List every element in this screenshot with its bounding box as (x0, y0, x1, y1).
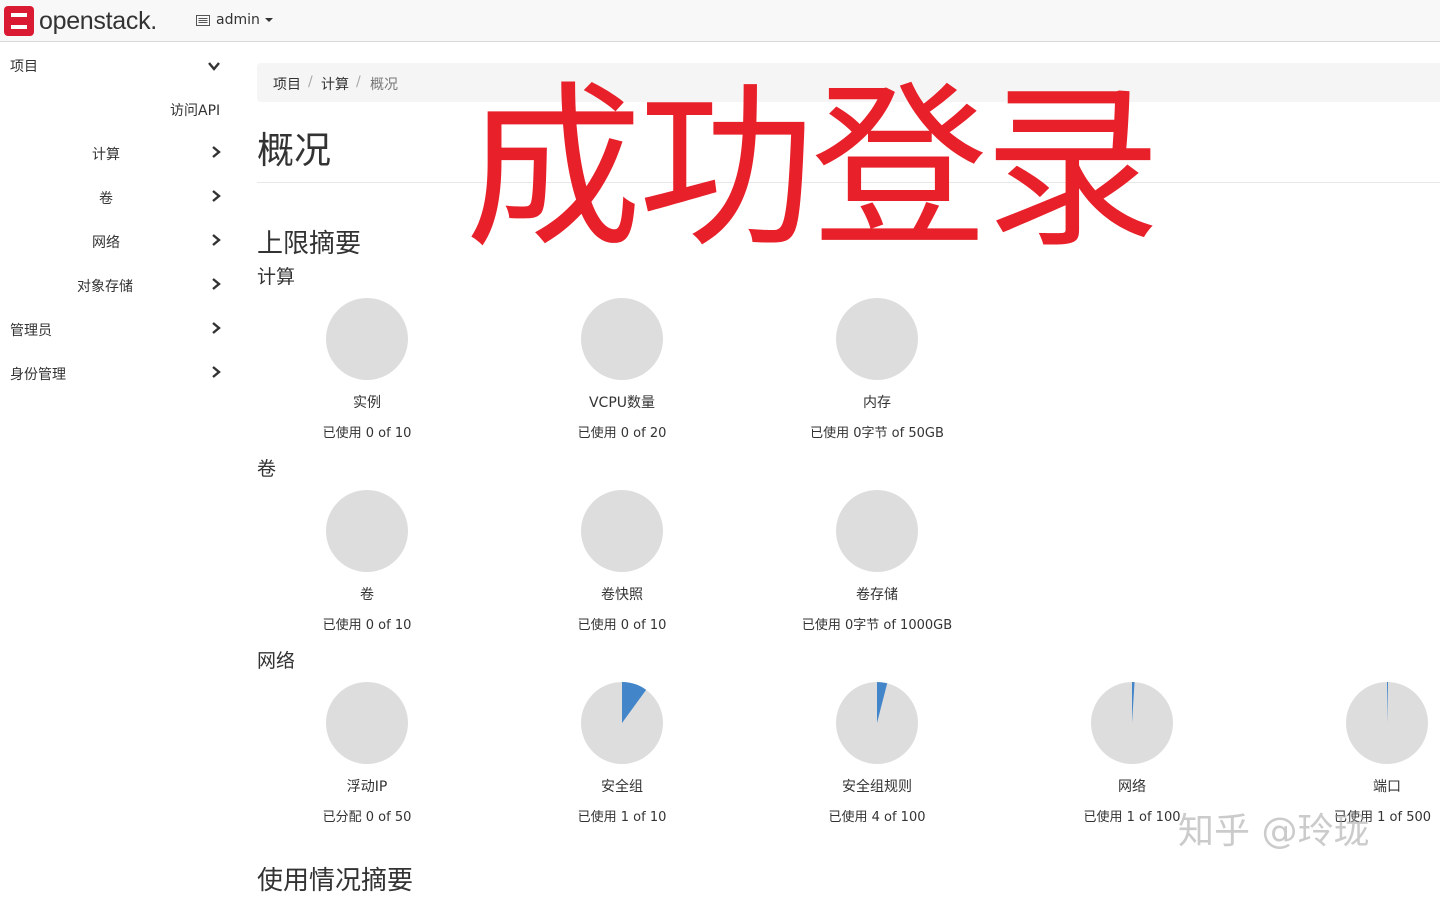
sidebar-item-label: 项目 (10, 59, 38, 75)
quota-used: 已使用 0 of 10 (322, 618, 412, 633)
chevron-right-icon[interactable] (210, 278, 222, 290)
quota-chart-volumes: 卷 已使用 0 of 10 (267, 489, 467, 633)
chevron-right-icon[interactable] (210, 234, 222, 246)
breadcrumb-compute[interactable]: 计算 (321, 74, 349, 94)
pie-bg (581, 490, 663, 572)
quota-used: 已使用 0 of 10 (322, 426, 412, 441)
quota-label: 端口 (1373, 779, 1401, 795)
brand-name: openstack. (39, 6, 157, 35)
quota-label: VCPU数量 (588, 395, 656, 411)
project-dropdown[interactable]: admin (196, 12, 273, 28)
quota-used: 已使用 4 of 100 (828, 810, 926, 825)
quota-label: 安全组 (601, 779, 643, 795)
pie-bg (326, 298, 408, 380)
chevron-right-icon[interactable] (210, 366, 222, 378)
openstack-logo[interactable]: openstack. (4, 5, 157, 37)
chevron-right-icon[interactable] (210, 322, 222, 334)
quota-pie (836, 298, 918, 380)
quota-used: 已使用 0 of 10 (577, 618, 667, 633)
quota-chart-ram: 内存 已使用 0字节 of 50GB (777, 297, 977, 441)
quota-chart-security-group-rules: 安全组规则 已使用 4 of 100 (777, 681, 977, 825)
caret-down-icon (264, 18, 273, 22)
network-heading: 网络 (257, 650, 296, 672)
sidebar-item-object-store[interactable]: 对象存储 (77, 276, 133, 296)
quota-pie (581, 490, 663, 572)
project-name: admin (216, 12, 260, 28)
quota-label: 卷 (360, 587, 374, 603)
quota-label: 卷快照 (601, 587, 643, 603)
breadcrumb-separator: / (308, 74, 313, 90)
quota-pie (836, 682, 918, 764)
pie-bg (326, 490, 408, 572)
sidebar-item-compute[interactable]: 计算 (92, 144, 120, 164)
pie-bg (326, 682, 408, 764)
pie-bg (836, 298, 918, 380)
sidebar-item-project[interactable]: 项目 (10, 56, 38, 76)
quota-chart-snapshots: 卷快照 已使用 0 of 10 (522, 489, 722, 633)
top-navbar: openstack. admin (0, 0, 1440, 42)
pie-bg (836, 490, 918, 572)
sidebar-item-identity[interactable]: 身份管理 (10, 364, 66, 384)
openstack-logo-icon (4, 6, 34, 36)
quota-used: 已使用 0字节 of 1000GB (801, 618, 953, 633)
quota-pie (326, 298, 408, 380)
quota-pie (581, 682, 663, 764)
quota-pie (326, 490, 408, 572)
pie-bg (581, 298, 663, 380)
breadcrumb-separator: / (356, 74, 361, 90)
volume-heading: 卷 (257, 458, 277, 480)
quota-label: 浮动IP (346, 779, 388, 795)
quota-pie (1346, 681, 1428, 764)
page-title: 概况 (257, 129, 331, 172)
quota-chart-security-groups: 安全组 已使用 1 of 10 (522, 681, 722, 825)
quota-pie (1091, 682, 1173, 764)
quota-used: 已使用 1 of 10 (577, 810, 667, 825)
sidebar-item-volumes[interactable]: 卷 (99, 188, 113, 208)
quota-pie (326, 682, 408, 764)
quota-pie (836, 490, 918, 572)
chevron-down-icon[interactable] (208, 60, 220, 72)
compute-heading: 计算 (257, 266, 296, 288)
quota-chart-instances: 实例 已使用 0 of 10 (267, 297, 467, 441)
quota-chart-floating-ips: 浮动IP 已分配 0 of 50 (267, 681, 467, 825)
breadcrumb-overview: 概况 (370, 77, 398, 93)
sidebar-item-label: 身份管理 (10, 367, 66, 383)
sidebar-item-label: 访问API (170, 103, 221, 119)
quota-pie (581, 298, 663, 380)
quota-used: 已分配 0 of 50 (322, 810, 412, 825)
sidebar-item-label: 网络 (92, 235, 120, 251)
quota-label: 网络 (1118, 779, 1146, 795)
sidebar-item-label: 对象存储 (77, 279, 133, 295)
quota-chart-volume-storage: 卷存储 已使用 0字节 of 1000GB (777, 489, 977, 633)
usage-summary-heading: 使用情况摘要 (257, 866, 414, 896)
sidebar-item-label: 卷 (99, 191, 113, 207)
quota-used: 已使用 0 of 20 (577, 426, 667, 441)
quota-label: 卷存储 (856, 587, 898, 603)
quota-label: 内存 (863, 395, 891, 411)
watermark: 知乎 @玲珑 (1178, 811, 1370, 852)
sidebar-item-api-access[interactable]: 访问API (170, 100, 220, 120)
chevron-right-icon[interactable] (210, 146, 222, 158)
sidebar-item-label: 计算 (92, 147, 120, 163)
limit-summary-heading: 上限摘要 (257, 229, 362, 259)
quota-label: 实例 (353, 395, 381, 411)
sidebar-item-network[interactable]: 网络 (92, 232, 120, 252)
sidebar-item-label: 管理员 (10, 323, 52, 339)
quota-chart-vcpus: VCPU数量 已使用 0 of 20 (522, 297, 722, 441)
list-icon (196, 14, 210, 26)
breadcrumb-project[interactable]: 项目 (273, 74, 301, 94)
sidebar-item-admin[interactable]: 管理员 (10, 320, 52, 340)
quota-label: 安全组规则 (842, 779, 912, 795)
login-success-overlay: 成功登录 (465, 66, 1161, 272)
quota-used: 已使用 0字节 of 50GB (810, 426, 944, 441)
chevron-right-icon[interactable] (210, 190, 222, 202)
